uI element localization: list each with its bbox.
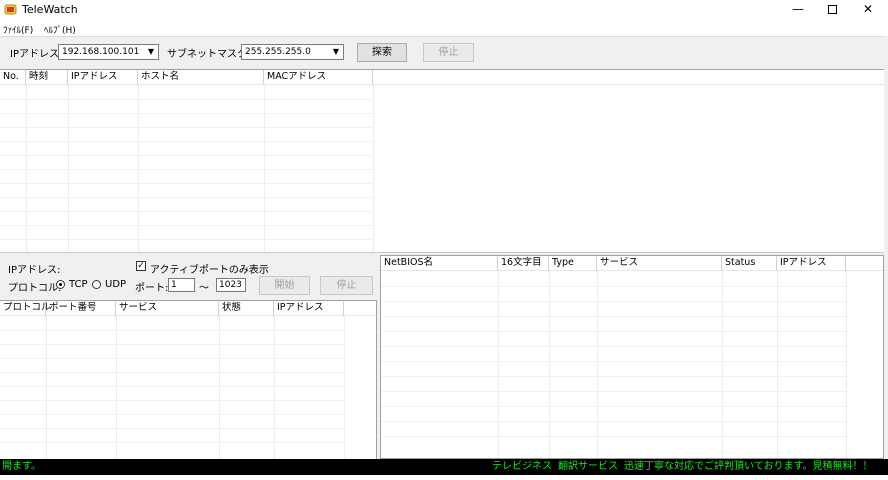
- toolbar: IPアドレス: 192.168.100.101 ▼ サブネットマスク: 255.…: [0, 36, 888, 69]
- udp-label[interactable]: UDP: [105, 279, 126, 290]
- port-range-tilde: 〜: [199, 283, 209, 294]
- udp-radio[interactable]: [92, 280, 101, 289]
- status-marquee: 開ます。 テレビジネス 翻訳サービス 迅速丁寧な対応でご評判頂いております。見積…: [0, 459, 888, 475]
- port-col-number[interactable]: ポート番号: [46, 301, 116, 316]
- port-from-input[interactable]: 1: [168, 278, 195, 292]
- subnet-mask-combo[interactable]: 255.255.255.0 ▼: [241, 44, 344, 60]
- port-col-ip[interactable]: IPアドレス: [274, 301, 344, 316]
- port-ip-label: IPアドレス:: [8, 265, 61, 276]
- netbios-col-service[interactable]: サービス: [597, 256, 722, 271]
- tcp-label[interactable]: TCP: [69, 279, 88, 290]
- port-to-input[interactable]: 1023: [216, 278, 246, 292]
- netbios-col-ip[interactable]: IPアドレス: [777, 256, 846, 271]
- menu-help[interactable]: ﾍﾙﾌﾟ(H): [44, 23, 76, 36]
- protocol-label: プロトコル:: [8, 283, 62, 294]
- netbios-col-16th-char[interactable]: 16文字目: [498, 256, 549, 271]
- port-scan-options: IPアドレス: ✓ アクティブポートのみ表示 プロトコル: TCP UDP ポー…: [0, 255, 377, 300]
- maximize-button[interactable]: [812, 0, 852, 20]
- subnet-mask-value: 255.255.255.0: [245, 47, 311, 57]
- ip-address-combo[interactable]: 192.168.100.101 ▼: [58, 44, 159, 60]
- chevron-down-icon: ▼: [147, 47, 155, 56]
- active-only-label[interactable]: アクティブポートのみ表示: [150, 261, 269, 276]
- netbios-col-status[interactable]: Status: [722, 256, 777, 271]
- active-only-checkbox[interactable]: ✓: [136, 261, 146, 271]
- telewatch-app-icon: [4, 4, 17, 15]
- host-col-ip[interactable]: IPアドレス: [68, 70, 138, 85]
- window-title: TeleWatch: [22, 3, 78, 16]
- stop-search-button[interactable]: 停止: [423, 43, 474, 62]
- menu-file[interactable]: ﾌｧｲﾙ(F): [3, 23, 33, 36]
- port-label: ポート:: [135, 283, 169, 294]
- host-col-no[interactable]: No.: [0, 70, 26, 85]
- bottom-edge: [0, 475, 888, 480]
- ip-address-label: IPアドレス:: [10, 49, 63, 60]
- host-col-time[interactable]: 時刻: [26, 70, 68, 85]
- status-ad-text: テレビジネス 翻訳サービス 迅速丁寧な対応でご評判頂いております。見積無料！！: [492, 461, 873, 472]
- subnet-mask-label: サブネットマスク:: [167, 49, 251, 60]
- ip-address-value: 192.168.100.101: [62, 47, 140, 57]
- search-button[interactable]: 探索: [357, 43, 407, 62]
- host-col-hostname[interactable]: ホスト名: [138, 70, 264, 85]
- host-table[interactable]: No. 時刻 IPアドレス ホスト名 MACアドレス: [0, 69, 884, 252]
- netbios-col-type[interactable]: Type: [549, 256, 597, 271]
- host-table-header: No. 時刻 IPアドレス ホスト名 MACアドレス: [0, 70, 884, 85]
- port-col-protocol[interactable]: プロトコル: [0, 301, 51, 316]
- start-scan-button[interactable]: 開始: [259, 276, 310, 295]
- port-col-service[interactable]: サービス: [116, 301, 219, 316]
- port-table-header: プロトコル ポート番号 サービス 状態 IPアドレス: [0, 301, 376, 316]
- netbios-table[interactable]: NetBIOS名 16文字目 Type サービス Status IPアドレス: [380, 255, 884, 459]
- status-left-text: 開ます。: [2, 461, 41, 472]
- tcp-radio[interactable]: [56, 280, 65, 289]
- title-bar: TeleWatch — ✕: [0, 0, 888, 20]
- netbios-table-header: NetBIOS名 16文字目 Type サービス Status IPアドレス: [381, 256, 883, 271]
- close-button[interactable]: ✕: [848, 0, 888, 20]
- port-col-state[interactable]: 状態: [219, 301, 274, 316]
- netbios-col-name[interactable]: NetBIOS名: [381, 256, 498, 271]
- port-table[interactable]: プロトコル ポート番号 サービス 状態 IPアドレス: [0, 300, 377, 459]
- host-col-mac[interactable]: MACアドレス: [264, 70, 373, 85]
- stop-scan-button[interactable]: 停止: [320, 276, 373, 295]
- window-edge: [884, 36, 888, 459]
- menu-bar: ﾌｧｲﾙ(F) ﾍﾙﾌﾟ(H): [0, 21, 888, 36]
- chevron-down-icon: ▼: [332, 47, 340, 56]
- maximize-icon: [827, 5, 837, 14]
